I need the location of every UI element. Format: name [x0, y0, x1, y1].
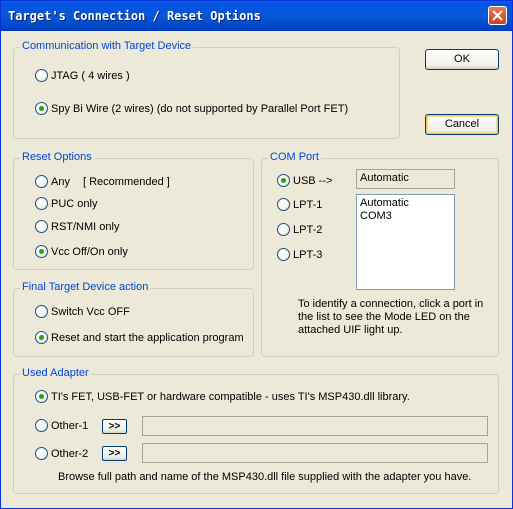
- lpt2-radio[interactable]: [277, 223, 290, 236]
- reset-vcc-radio[interactable]: [35, 245, 48, 258]
- com-port-group: COM Port USB --> LPT-1 LPT-2 LPT-3 Autom…: [261, 151, 499, 357]
- usb-label: USB -->: [293, 175, 333, 187]
- recommended-label: [ Recommended ]: [83, 176, 170, 188]
- other1-label: Other-1: [51, 420, 89, 432]
- lpt1-label: LPT-1: [293, 199, 323, 211]
- reset-any-label: Any: [51, 176, 70, 188]
- com-port-legend: COM Port: [268, 151, 321, 163]
- adapter-note: Browse full path and name of the MSP430.…: [58, 471, 472, 483]
- reset-puc-label: PUC only: [51, 198, 98, 210]
- other2-browse-button[interactable]: >>: [102, 446, 127, 461]
- jtag-label: JTAG ( 4 wires ): [51, 70, 130, 82]
- spybiwire-radio[interactable]: [35, 102, 48, 115]
- communication-group: Communication with Target Device JTAG ( …: [13, 40, 400, 139]
- reset-rst-radio[interactable]: [35, 220, 48, 233]
- final-legend: Final Target Device action: [20, 281, 151, 293]
- reset-options-group: Reset Options Any [ Recommended ] PUC on…: [13, 151, 254, 270]
- reset-start-label: Reset and start the application program: [51, 332, 244, 344]
- browse-label: >>: [108, 421, 121, 432]
- adapter-legend: Used Adapter: [20, 367, 91, 379]
- usb-radio[interactable]: [277, 174, 290, 187]
- other2-label: Other-2: [51, 448, 89, 460]
- port-list[interactable]: Automatic COM3: [356, 194, 455, 290]
- ok-button[interactable]: OK: [425, 49, 499, 70]
- window-title: Target's Connection / Reset Options: [8, 9, 261, 23]
- port-list-item[interactable]: Automatic: [360, 197, 454, 210]
- lpt1-radio[interactable]: [277, 198, 290, 211]
- jtag-radio[interactable]: [35, 69, 48, 82]
- cancel-button-label: Cancel: [444, 118, 480, 130]
- browse-label: >>: [108, 448, 121, 459]
- other1-radio[interactable]: [35, 419, 48, 432]
- other2-radio[interactable]: [35, 447, 48, 460]
- switch-vcc-off-label: Switch Vcc OFF: [51, 306, 130, 318]
- reset-vcc-label: Vcc Off/On only: [51, 246, 128, 258]
- help-line: To identify a connection, click a port i…: [298, 298, 484, 310]
- help-line: attached UIF light up.: [298, 324, 403, 336]
- lpt3-label: LPT-3: [293, 249, 323, 261]
- dialog-window: Target's Connection / Reset Options OK C…: [0, 0, 513, 509]
- ti-adapter-radio[interactable]: [35, 390, 48, 403]
- lpt2-label: LPT-2: [293, 224, 323, 236]
- reset-rst-label: RST/NMI only: [51, 221, 120, 233]
- other1-browse-button[interactable]: >>: [102, 419, 127, 434]
- com-port-help-text: To identify a connection, click a port i…: [298, 298, 498, 337]
- ok-button-label: OK: [454, 53, 470, 65]
- other2-path-field: [142, 443, 488, 463]
- other1-path-field: [142, 416, 488, 436]
- ti-adapter-label: TI's FET, USB-FET or hardware compatible…: [51, 391, 410, 403]
- close-button[interactable]: [488, 6, 507, 25]
- communication-legend: Communication with Target Device: [20, 40, 194, 52]
- reset-legend: Reset Options: [20, 151, 94, 163]
- lpt3-radio[interactable]: [277, 248, 290, 261]
- switch-vcc-off-radio[interactable]: [35, 305, 48, 318]
- port-list-item[interactable]: COM3: [360, 210, 454, 223]
- reset-puc-radio[interactable]: [35, 197, 48, 210]
- final-action-group: Final Target Device action Switch Vcc OF…: [13, 281, 254, 357]
- spybiwire-label: Spy Bi Wire (2 wires) (do not supported …: [51, 103, 349, 115]
- help-line: the list to see the Mode LED on the: [298, 311, 470, 323]
- port-field-value: Automatic: [360, 172, 409, 184]
- reset-any-radio[interactable]: [35, 175, 48, 188]
- title-bar[interactable]: Target's Connection / Reset Options: [1, 1, 512, 31]
- used-adapter-group: Used Adapter TI's FET, USB-FET or hardwa…: [13, 367, 499, 494]
- close-icon: [492, 10, 503, 21]
- cancel-button[interactable]: Cancel: [425, 114, 499, 135]
- reset-start-radio[interactable]: [35, 331, 48, 344]
- port-readonly-field: Automatic: [356, 169, 455, 189]
